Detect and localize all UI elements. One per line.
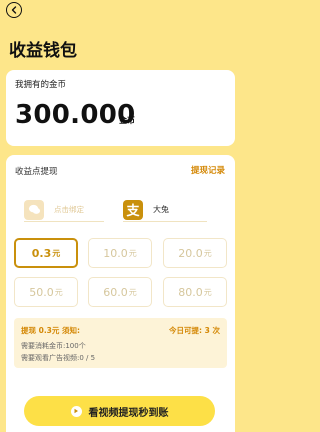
amount-unit: 元: [54, 287, 63, 297]
amount-value: 20.0: [178, 246, 203, 260]
amount-value: 80.0: [178, 285, 203, 299]
amount-unit: 元: [128, 248, 137, 258]
withdraw-info-title: 提现 0.3元 须知:: [21, 326, 81, 335]
watch-video-withdraw-label: 看视频提现秒到账: [88, 407, 169, 419]
chevron-left-icon: [11, 6, 17, 14]
amount-value: 10.0: [103, 246, 128, 260]
alipay-account-label: 大兔: [153, 205, 169, 214]
amount-option[interactable]: 50.0 元: [14, 277, 78, 307]
amount-option[interactable]: 80.0 元: [163, 277, 227, 307]
amount-option[interactable]: 0.3 元: [14, 238, 78, 268]
page-title: 收益钱包: [9, 41, 77, 61]
amount-option[interactable]: 60.0 元: [88, 277, 152, 307]
withdraw-section-title: 收益点提现: [15, 167, 58, 177]
wechat-bind-option[interactable]: 点击绑定: [24, 198, 104, 222]
amount-value: 60.0: [103, 285, 128, 299]
wechat-icon: [24, 199, 44, 220]
wechat-bind-label: 点击绑定: [54, 205, 84, 214]
play-icon: [70, 405, 82, 417]
alipay-option[interactable]: 支 大兔: [123, 198, 207, 222]
amount-unit: 元: [52, 248, 61, 258]
coin-balance-card: 我拥有的金币 300.000 金币: [6, 70, 235, 146]
withdraw-card: 收益点提现 提现记录 点击绑定 支 大兔 0.3 元 10.0 元 20.0 元 50…: [6, 155, 235, 432]
back-button[interactable]: [6, 2, 22, 18]
withdraw-info-box: 提现 0.3元 须知: 今日可提: 3 次 需要消耗金币:100个 需要观看广告…: [14, 318, 227, 368]
daily-quota: 今日可提: 3 次: [169, 326, 220, 335]
coin-balance-unit: 金币: [119, 116, 135, 125]
amount-option[interactable]: 10.0 元: [88, 238, 152, 268]
amount-value: 50.0: [29, 285, 54, 299]
amount-unit: 元: [203, 248, 212, 258]
coin-cost-text: 需要消耗金币:100个: [21, 342, 86, 350]
amount-option[interactable]: 20.0 元: [163, 238, 227, 268]
ad-view-progress-text: 需要观看广告视频:0 / 5: [21, 354, 96, 362]
amount-value: 0.3: [31, 246, 52, 260]
amount-unit: 元: [203, 287, 212, 297]
watch-video-withdraw-button[interactable]: 看视频提现秒到账: [24, 396, 215, 426]
coin-balance-label: 我拥有的金币: [15, 80, 67, 90]
coin-balance-amount: 300.000: [15, 100, 136, 130]
withdraw-record-link[interactable]: 提现记录: [191, 164, 225, 176]
amount-unit: 元: [128, 287, 137, 297]
alipay-icon: 支: [123, 199, 143, 220]
